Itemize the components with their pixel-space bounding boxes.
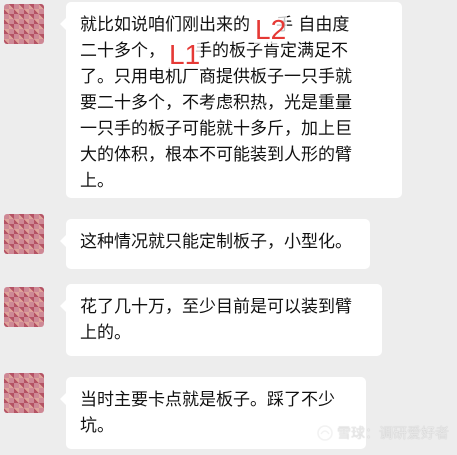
message-line: 上的。 [80,323,131,343]
watermark-text: 雪球：调研爱好者 [337,426,449,442]
message-line: 要二十多个，不考虑积热，光是重量 [80,93,352,113]
message-line: 这种情况就只能定制板子，小型化。 [80,232,352,252]
message-line: 二十多个， 手的板子肯定满足不 [80,41,348,61]
message-line: 了。只用电机厂商提供板子一只手就 [80,67,352,87]
message-line: 当时主要卡点就是板子。踩了不少 [80,390,335,410]
message-line: 花了几十万，至少目前是可以装到臂 [80,297,352,317]
message-line: 上。 [80,171,114,191]
avatar[interactable] [4,287,44,327]
message-bubble: 花了几十万，至少目前是可以装到臂 上的。 [60,284,382,356]
message-line: 大的体积，根本不可能装到人形的臂 [80,145,352,165]
avatar[interactable] [4,214,44,254]
message-line: 一只手的板子可能就十多斤，加上巨 [80,119,352,139]
annotation-label-l2: L2 [254,14,288,45]
message-line: 坑。 [80,416,114,436]
message-bubble: 就比如说咱们刚出来的手 自由度 二十多个， 手的板子肯定满足不 了。只用电机厂商提… [60,2,402,198]
message-bubble: 这种情况就只能定制板子，小型化。 [60,219,370,269]
message-line: 就比如说咱们刚出来的手 自由度 [80,15,350,35]
avatar[interactable] [4,373,44,413]
watermark: 雪球：调研爱好者 [317,423,449,443]
avatar[interactable] [4,4,44,44]
snowball-logo-icon [317,425,333,441]
annotation-label-l1: L1 [168,39,202,70]
